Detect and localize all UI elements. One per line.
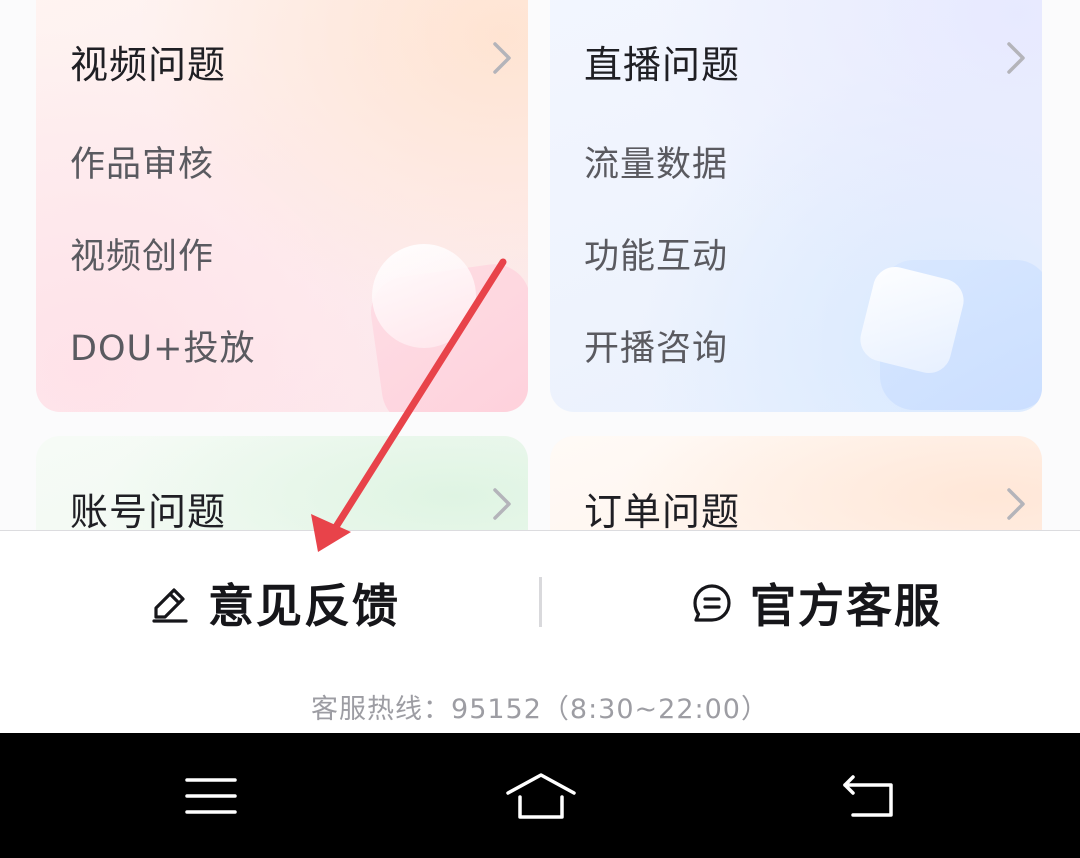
category-title-account: 账号问题: [70, 490, 227, 534]
chevron-right-icon: [493, 488, 511, 520]
home-icon: [506, 773, 576, 819]
sub-item-dou-plus[interactable]: DOU+投放: [70, 320, 255, 371]
help-center-screen: 视频问题 作品审核 视频创作 DOU+投放 直播问题 流量数据 功能互动 开播咨…: [0, 0, 1080, 858]
category-card-video[interactable]: 视频问题 作品审核 视频创作 DOU+投放: [36, 0, 528, 412]
nav-back-button[interactable]: [824, 763, 914, 829]
feedback-button[interactable]: 意见反馈: [150, 567, 400, 639]
hotline-text: 客服热线：95152（8:30~22:00）: [311, 694, 769, 725]
sub-item-feature-interaction[interactable]: 功能互动: [584, 228, 728, 279]
category-title-video: 视频问题: [70, 43, 227, 87]
menu-icon: [185, 778, 237, 814]
navigation-bar: [0, 733, 1080, 858]
nav-home-button[interactable]: [496, 763, 586, 829]
chevron-right-icon: [1007, 488, 1025, 520]
customer-service-label: 官方客服: [750, 579, 942, 633]
category-card-live[interactable]: 直播问题 流量数据 功能互动 开播咨询: [550, 0, 1042, 412]
sub-item-start-live[interactable]: 开播咨询: [584, 320, 728, 371]
category-title-live: 直播问题: [584, 43, 741, 87]
customer-service-button[interactable]: 官方客服: [692, 567, 942, 639]
chevron-right-icon: [1007, 42, 1025, 74]
category-title-order: 订单问题: [584, 490, 741, 534]
decorative-shape: [372, 244, 476, 348]
chat-bubble-icon: [693, 584, 731, 622]
action-divider: [539, 577, 542, 627]
sub-item-traffic-data[interactable]: 流量数据: [584, 136, 728, 187]
bottom-action-panel: 意见反馈 官方客服 客服热线：95152（8:30~22:00）: [0, 530, 1080, 734]
chevron-right-icon: [493, 42, 511, 74]
feedback-label: 意见反馈: [208, 579, 400, 633]
back-icon: [843, 775, 893, 817]
nav-menu-button[interactable]: [166, 763, 256, 829]
sub-item-video-creation[interactable]: 视频创作: [70, 228, 214, 279]
sub-item-work-review[interactable]: 作品审核: [70, 136, 214, 187]
pencil-icon: [152, 588, 188, 623]
